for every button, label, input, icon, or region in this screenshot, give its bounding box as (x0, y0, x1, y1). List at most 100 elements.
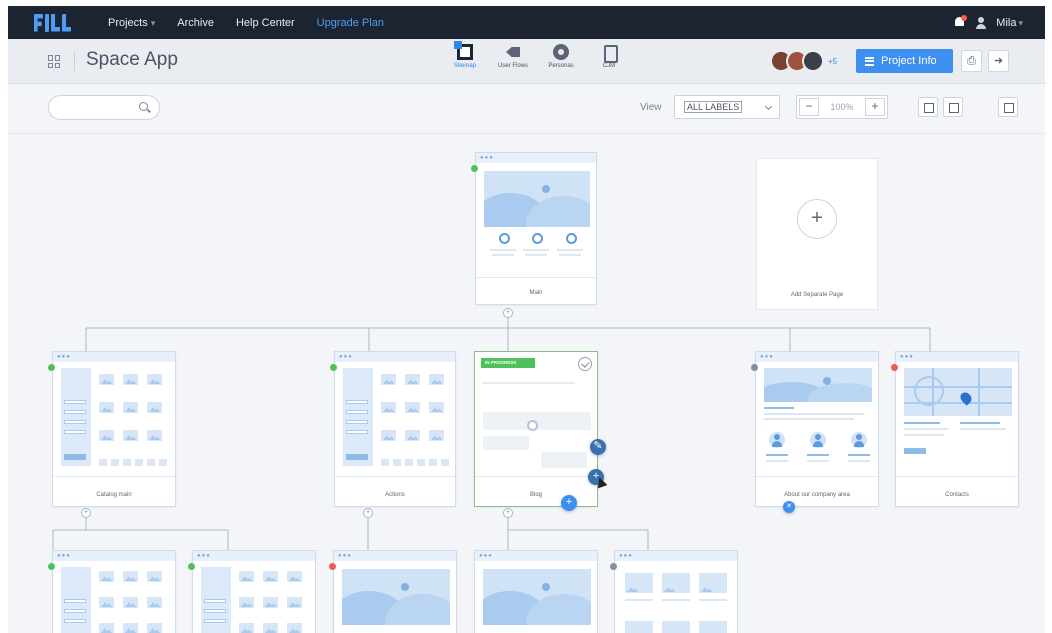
hero-image-placeholder (483, 569, 591, 625)
page-card-child[interactable]: ●●● (333, 550, 457, 633)
page-card-label: Contacts (945, 492, 969, 498)
tab-user-flows[interactable]: User Flows (496, 44, 530, 69)
feature-icon (566, 233, 577, 244)
page-card-catalog[interactable]: ●●● Catalog main (52, 351, 176, 507)
personas-icon (553, 44, 569, 60)
export-icon: ⎙ (967, 55, 976, 67)
tab-cjm-label: CJM (602, 63, 616, 69)
add-separate-page-card[interactable]: + Add Separate Page (756, 158, 878, 310)
sitemap-canvas[interactable]: ●●● Main + + Add Separate Page ●●● Catal… (8, 135, 1045, 633)
more-collaborators-count: +5 (828, 56, 838, 66)
comment-action-button[interactable]: ✎ (590, 439, 606, 455)
notification-dot (961, 15, 968, 21)
view-select[interactable]: ALL LABELS (674, 95, 780, 119)
page-card-label: Actions (385, 492, 405, 498)
top-navigation: Projects ▾ Archive Help Center Upgrade Pl… (8, 6, 1045, 39)
team-member-icon (769, 432, 785, 448)
page-card-label: About our company area (784, 492, 850, 498)
status-dot (891, 364, 898, 371)
status-dot (751, 364, 758, 371)
cjm-icon (601, 44, 618, 63)
arrow-right-icon: ➜ (993, 55, 1004, 67)
add-icon: + (797, 199, 837, 239)
page-card-actions[interactable]: ●●● Actions (334, 351, 456, 507)
status-dot (471, 165, 478, 172)
search-icon[interactable] (139, 102, 148, 111)
status-dot (330, 364, 337, 371)
add-child-node[interactable]: + (363, 508, 373, 518)
project-info-button[interactable]: Project Info (856, 49, 953, 73)
nav-projects-label: Projects (108, 16, 148, 29)
feature-icon (532, 233, 543, 244)
user-flows-icon (505, 44, 521, 60)
notification-bell-icon[interactable] (953, 15, 968, 29)
tab-personas[interactable]: Personas (544, 44, 578, 69)
add-page-button[interactable]: + (561, 495, 577, 511)
page-card-main[interactable]: ●●● Main (475, 152, 597, 305)
user-icon (976, 16, 987, 29)
comments-toggle-icon[interactable] (918, 97, 938, 117)
feature-icon (499, 233, 510, 244)
add-child-node[interactable]: + (503, 508, 513, 518)
nav-help-center-link[interactable]: Help Center (236, 17, 295, 29)
app-window: Projects ▾ Archive Help Center Upgrade Pl… (8, 6, 1045, 633)
hero-image-placeholder (764, 368, 872, 402)
page-card-label: Catalog main (96, 492, 132, 498)
nav-projects-menu[interactable]: Projects ▾ (108, 17, 155, 29)
checkmark-icon[interactable] (578, 357, 592, 371)
sitemap-icon (454, 41, 473, 60)
view-label: View (640, 102, 662, 113)
collaborator-avatars[interactable]: +5 (770, 50, 837, 72)
team-member-icon (810, 432, 826, 448)
page-card-child[interactable]: ●●● (614, 550, 738, 633)
page-card-contacts[interactable]: ●●● Contacts (895, 351, 1019, 507)
project-info-label: Project Info (881, 55, 937, 67)
add-separate-page-label: Add Separate Page (790, 292, 844, 298)
zoom-level: 100% (830, 102, 854, 112)
hide-comments-icon[interactable] (943, 97, 963, 117)
page-card-child[interactable]: ●●● (474, 550, 598, 633)
page-card-about[interactable]: ●●● About our company area (755, 351, 879, 507)
chevron-down-icon: ▾ (150, 17, 156, 28)
add-child-node[interactable]: + (503, 308, 513, 318)
project-title: Space App (86, 49, 178, 70)
user-name: Mila (996, 16, 1017, 29)
status-dot (188, 563, 195, 570)
tab-sitemap-label: Sitemap (453, 63, 476, 69)
tab-personas-label: Personas (548, 63, 574, 69)
project-bar: Space App Sitemap User Flows Personas CJ… (8, 39, 1045, 84)
page-card-child[interactable]: ●●● (192, 550, 316, 633)
tab-user-flows-label: User Flows (497, 63, 528, 69)
zoom-out-button[interactable]: − (799, 98, 819, 116)
page-card-label: Blog (529, 492, 542, 498)
map-placeholder (904, 368, 1012, 416)
app-logo[interactable] (34, 13, 72, 33)
tab-cjm[interactable]: CJM (592, 44, 626, 69)
avatar (802, 50, 824, 72)
user-menu[interactable]: Mila ▾ (996, 17, 1023, 29)
mode-switcher: Sitemap User Flows Personas CJM (448, 41, 626, 69)
hero-image-placeholder (342, 569, 450, 625)
export-button[interactable]: ⎙ (961, 50, 982, 72)
tab-sitemap[interactable]: Sitemap (448, 41, 482, 69)
remove-page-button[interactable]: ✕ (783, 501, 795, 513)
canvas-toolbar: View ALL LABELS − 100% + (8, 84, 1045, 134)
nav-archive-link[interactable]: Archive (177, 17, 214, 29)
grid-menu-icon[interactable] (48, 55, 61, 68)
nav-upgrade-plan-link[interactable]: Upgrade Plan (317, 17, 384, 29)
nav-user-area: Mila ▾ (953, 6, 1023, 39)
status-dot (610, 563, 617, 570)
add-child-node[interactable]: + (81, 508, 91, 518)
page-card-blog[interactable]: IN PROGRESS Blog (474, 351, 598, 507)
chevron-down-icon: ▾ (1018, 17, 1023, 28)
zoom-in-button[interactable]: + (865, 98, 885, 116)
in-progress-badge: IN PROGRESS (481, 358, 535, 368)
divider (74, 51, 75, 71)
share-button[interactable]: ➜ (988, 50, 1009, 72)
chevron-down-icon (764, 102, 773, 111)
page-list-icon[interactable] (998, 97, 1018, 117)
page-card-child[interactable]: ●●● (52, 550, 176, 633)
hero-image-placeholder (484, 171, 590, 227)
status-dot (329, 563, 336, 570)
info-list-icon (865, 56, 874, 66)
